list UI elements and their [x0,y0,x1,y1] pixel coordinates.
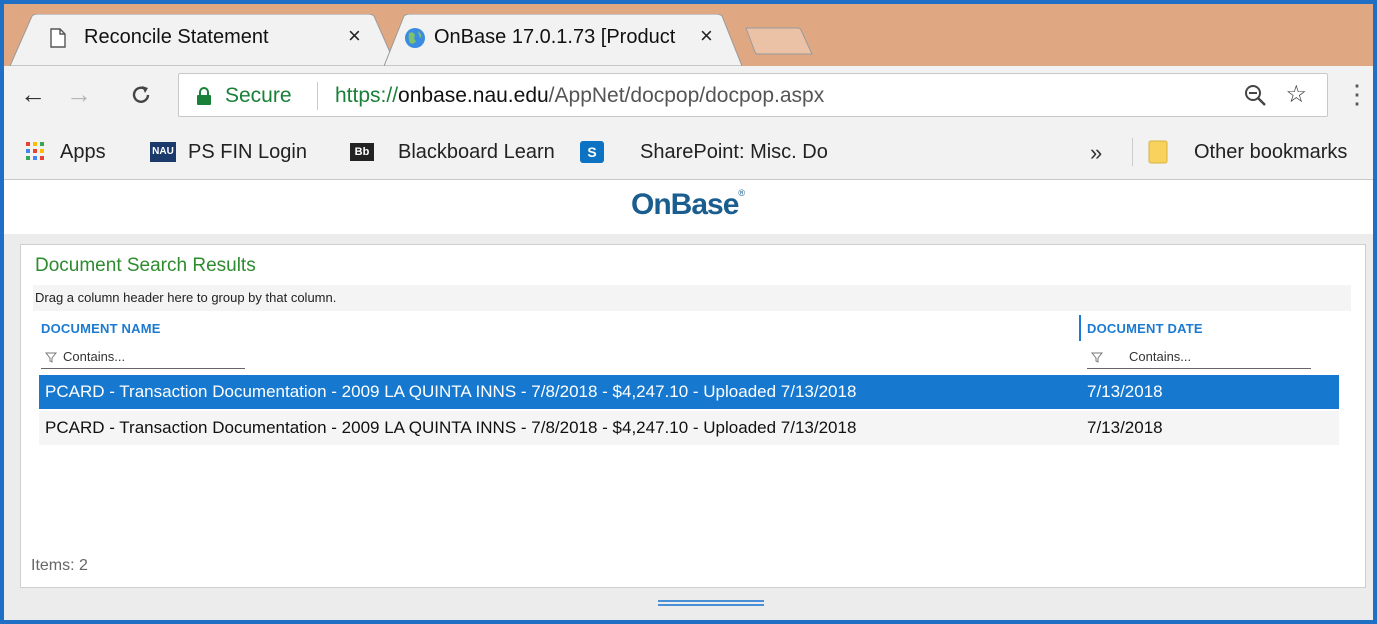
other-bookmarks[interactable]: Other bookmarks [1194,141,1347,164]
nau-logo-icon: NAU [150,142,176,162]
onbase-header: OnBase® [4,180,1373,235]
lock-icon [197,87,211,105]
table-row[interactable]: PCARD - Transaction Documentation - 2009… [39,411,1339,445]
reload-icon[interactable] [130,84,152,106]
forward-icon[interactable]: → [66,78,92,110]
address-bar[interactable]: Secure https://onbase.nau.edu/AppNet/doc… [178,73,1328,117]
url-text[interactable]: https://onbase.nau.edu/AppNet/docpop/doc… [335,84,824,108]
bookmarks-overflow-icon[interactable]: » [1090,140,1102,166]
tab-strip: Reconcile Statement × OnBase 17.0.1.73 [… [4,4,1373,66]
globe-icon [405,28,425,48]
filter-icon[interactable] [45,351,57,363]
cell-document-name: PCARD - Transaction Documentation - 2009… [45,418,857,437]
filter-placeholder: Contains... [1129,349,1192,364]
tab-onbase[interactable]: OnBase 17.0.1.73 [Product × [384,14,742,66]
table-row[interactable]: PCARD - Transaction Documentation - 2009… [39,375,1339,409]
url-scheme: https:// [335,84,399,107]
tab-close-icon[interactable]: × [348,25,361,47]
cell-document-name: PCARD - Transaction Documentation - 2009… [45,382,857,401]
bookmarks-bar: Apps NAU PS FIN Login Bb Blackboard Lear… [4,126,1373,180]
document-name-filter[interactable]: Contains... [41,347,245,369]
bookmark-star-icon[interactable]: ☆ [1285,80,1307,109]
onbase-logo: OnBase® [631,188,745,222]
bookmark-sharepoint[interactable]: SharePoint: Misc. Do [640,141,846,164]
cell-document-date: 7/13/2018 [1087,418,1163,437]
page-icon [50,28,66,48]
tab-title: OnBase 17.0.1.73 [Product [434,26,676,48]
browser-window: Reconcile Statement × OnBase 17.0.1.73 [… [0,0,1377,624]
url-path: /AppNet/docpop/docpop.aspx [548,84,825,107]
back-icon[interactable]: ← [20,78,46,110]
filter-icon[interactable] [1091,351,1103,363]
url-host: onbase.nau.edu [398,84,549,107]
new-tab-shape [745,27,813,55]
items-count: Items: 2 [31,557,88,574]
logo-mark: ® [738,188,745,198]
bookmark-ps-fin-login[interactable]: PS FIN Login [188,141,307,164]
omnibox-divider [317,82,318,110]
tab-reconcile-statement[interactable]: Reconcile Statement × [10,14,396,66]
group-by-drop-area[interactable]: Drag a column header here to group by th… [33,285,1351,311]
apps-grid-icon[interactable] [26,142,44,160]
logo-text: OnBase [631,188,739,221]
document-date-filter[interactable]: Contains... [1087,347,1311,369]
panel-title: Document Search Results [35,255,256,276]
browser-toolbar: ← → Secure https://onbase.nau.edu/AppNet… [4,66,1373,126]
blackboard-icon: Bb [350,143,374,161]
sharepoint-icon: S [580,141,604,163]
search-results-panel: Document Search Results Drag a column he… [20,244,1366,588]
bookmark-blackboard-learn[interactable]: Blackboard Learn [398,141,555,164]
column-divider[interactable] [1079,315,1081,341]
new-tab-button[interactable] [744,14,814,66]
bookmark-apps[interactable]: Apps [60,141,106,164]
folder-icon [1148,140,1168,164]
tab-title: Reconcile Statement [84,26,269,48]
column-header-document-date[interactable]: DOCUMENT DATE [1087,321,1203,336]
tab-close-icon[interactable]: × [700,25,713,47]
bookmarks-divider [1132,138,1133,166]
column-header-document-name[interactable]: DOCUMENT NAME [41,321,161,336]
pane-splitter-handle[interactable] [658,600,764,606]
filter-placeholder: Contains... [63,349,126,364]
zoom-icon[interactable] [1243,83,1267,107]
browser-menu-icon[interactable]: ⋮ [1344,76,1370,112]
cell-document-date: 7/13/2018 [1087,382,1163,401]
secure-label: Secure [225,84,292,107]
